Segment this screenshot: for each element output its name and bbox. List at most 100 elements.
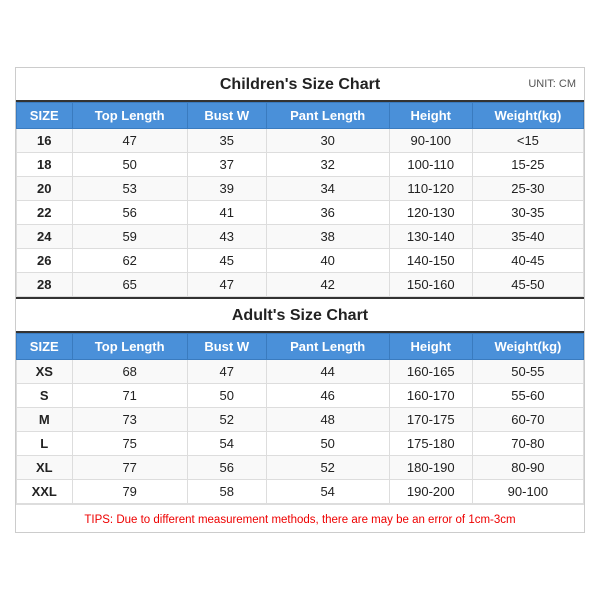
table-cell: XXL — [17, 480, 73, 504]
size-chart-container: Children's Size Chart UNIT: CM SIZE Top … — [15, 67, 585, 533]
table-cell: 32 — [266, 153, 389, 177]
children-table-header: SIZE Top Length Bust W Pant Length Heigh… — [17, 103, 584, 129]
table-cell: 40-45 — [472, 249, 583, 273]
table-cell: 47 — [187, 360, 266, 384]
table-cell: 62 — [72, 249, 187, 273]
table-cell: 24 — [17, 225, 73, 249]
table-cell: 48 — [266, 408, 389, 432]
table-cell: 56 — [187, 456, 266, 480]
table-cell: 190-200 — [389, 480, 472, 504]
table-cell: XS — [17, 360, 73, 384]
adult-col-height: Height — [389, 334, 472, 360]
table-cell: 100-110 — [389, 153, 472, 177]
table-cell: 55-60 — [472, 384, 583, 408]
table-cell: 90-100 — [472, 480, 583, 504]
table-cell: 160-170 — [389, 384, 472, 408]
table-cell: XL — [17, 456, 73, 480]
table-cell: 41 — [187, 201, 266, 225]
table-cell: 45-50 — [472, 273, 583, 297]
table-cell: <15 — [472, 129, 583, 153]
children-unit-label: UNIT: CM — [528, 78, 576, 90]
table-row: 28654742150-16045-50 — [17, 273, 584, 297]
table-cell: 52 — [266, 456, 389, 480]
adult-size-table: SIZE Top Length Bust W Pant Length Heigh… — [16, 333, 584, 504]
table-cell: 40 — [266, 249, 389, 273]
table-cell: 50 — [187, 384, 266, 408]
table-cell: 80-90 — [472, 456, 583, 480]
table-row: XS684744160-16550-55 — [17, 360, 584, 384]
table-cell: 54 — [266, 480, 389, 504]
table-cell: 50 — [72, 153, 187, 177]
table-row: S715046160-17055-60 — [17, 384, 584, 408]
adult-col-weight: Weight(kg) — [472, 334, 583, 360]
table-cell: 140-150 — [389, 249, 472, 273]
table-cell: 16 — [17, 129, 73, 153]
children-table-body: 1647353090-100<1518503732100-11015-25205… — [17, 129, 584, 297]
table-cell: 30-35 — [472, 201, 583, 225]
table-cell: 56 — [72, 201, 187, 225]
children-header-row: SIZE Top Length Bust W Pant Length Heigh… — [17, 103, 584, 129]
table-cell: 79 — [72, 480, 187, 504]
table-row: 26624540140-15040-45 — [17, 249, 584, 273]
adult-chart-title: Adult's Size Chart — [232, 307, 368, 324]
adult-col-pant-length: Pant Length — [266, 334, 389, 360]
table-cell: 77 — [72, 456, 187, 480]
table-cell: 90-100 — [389, 129, 472, 153]
table-cell: 130-140 — [389, 225, 472, 249]
table-cell: 58 — [187, 480, 266, 504]
adult-header-row: SIZE Top Length Bust W Pant Length Heigh… — [17, 334, 584, 360]
table-cell: 54 — [187, 432, 266, 456]
table-cell: 175-180 — [389, 432, 472, 456]
table-cell: 110-120 — [389, 177, 472, 201]
table-cell: 30 — [266, 129, 389, 153]
table-cell: 34 — [266, 177, 389, 201]
table-cell: 50 — [266, 432, 389, 456]
table-row: XL775652180-19080-90 — [17, 456, 584, 480]
table-cell: 50-55 — [472, 360, 583, 384]
table-cell: 36 — [266, 201, 389, 225]
table-cell: 28 — [17, 273, 73, 297]
table-cell: 39 — [187, 177, 266, 201]
table-row: 22564136120-13030-35 — [17, 201, 584, 225]
table-row: 20533934110-12025-30 — [17, 177, 584, 201]
adult-col-bust-w: Bust W — [187, 334, 266, 360]
table-cell: 47 — [72, 129, 187, 153]
table-cell: 26 — [17, 249, 73, 273]
table-cell: 35-40 — [472, 225, 583, 249]
children-col-weight: Weight(kg) — [472, 103, 583, 129]
adult-table-header: SIZE Top Length Bust W Pant Length Heigh… — [17, 334, 584, 360]
children-chart-title-row: Children's Size Chart UNIT: CM — [16, 68, 584, 102]
children-chart-title: Children's Size Chart — [220, 76, 380, 94]
table-cell: 44 — [266, 360, 389, 384]
table-cell: 35 — [187, 129, 266, 153]
table-cell: 37 — [187, 153, 266, 177]
table-cell: 46 — [266, 384, 389, 408]
table-cell: 75 — [72, 432, 187, 456]
adult-table-body: XS684744160-16550-55S715046160-17055-60M… — [17, 360, 584, 504]
table-row: L755450175-18070-80 — [17, 432, 584, 456]
table-cell: L — [17, 432, 73, 456]
table-cell: 73 — [72, 408, 187, 432]
table-cell: 18 — [17, 153, 73, 177]
table-cell: 60-70 — [472, 408, 583, 432]
table-row: 24594338130-14035-40 — [17, 225, 584, 249]
children-size-table: SIZE Top Length Bust W Pant Length Heigh… — [16, 102, 584, 297]
children-col-height: Height — [389, 103, 472, 129]
table-cell: 52 — [187, 408, 266, 432]
table-cell: 47 — [187, 273, 266, 297]
table-cell: 20 — [17, 177, 73, 201]
table-cell: 65 — [72, 273, 187, 297]
table-cell: 22 — [17, 201, 73, 225]
tips-row: TIPS: Due to different measurement metho… — [16, 504, 584, 532]
table-cell: 160-165 — [389, 360, 472, 384]
table-cell: 15-25 — [472, 153, 583, 177]
table-cell: 25-30 — [472, 177, 583, 201]
table-cell: 70-80 — [472, 432, 583, 456]
table-cell: 42 — [266, 273, 389, 297]
children-col-bust-w: Bust W — [187, 103, 266, 129]
table-cell: 71 — [72, 384, 187, 408]
children-col-size: SIZE — [17, 103, 73, 129]
table-row: XXL795854190-20090-100 — [17, 480, 584, 504]
table-row: 18503732100-11015-25 — [17, 153, 584, 177]
table-cell: 150-160 — [389, 273, 472, 297]
